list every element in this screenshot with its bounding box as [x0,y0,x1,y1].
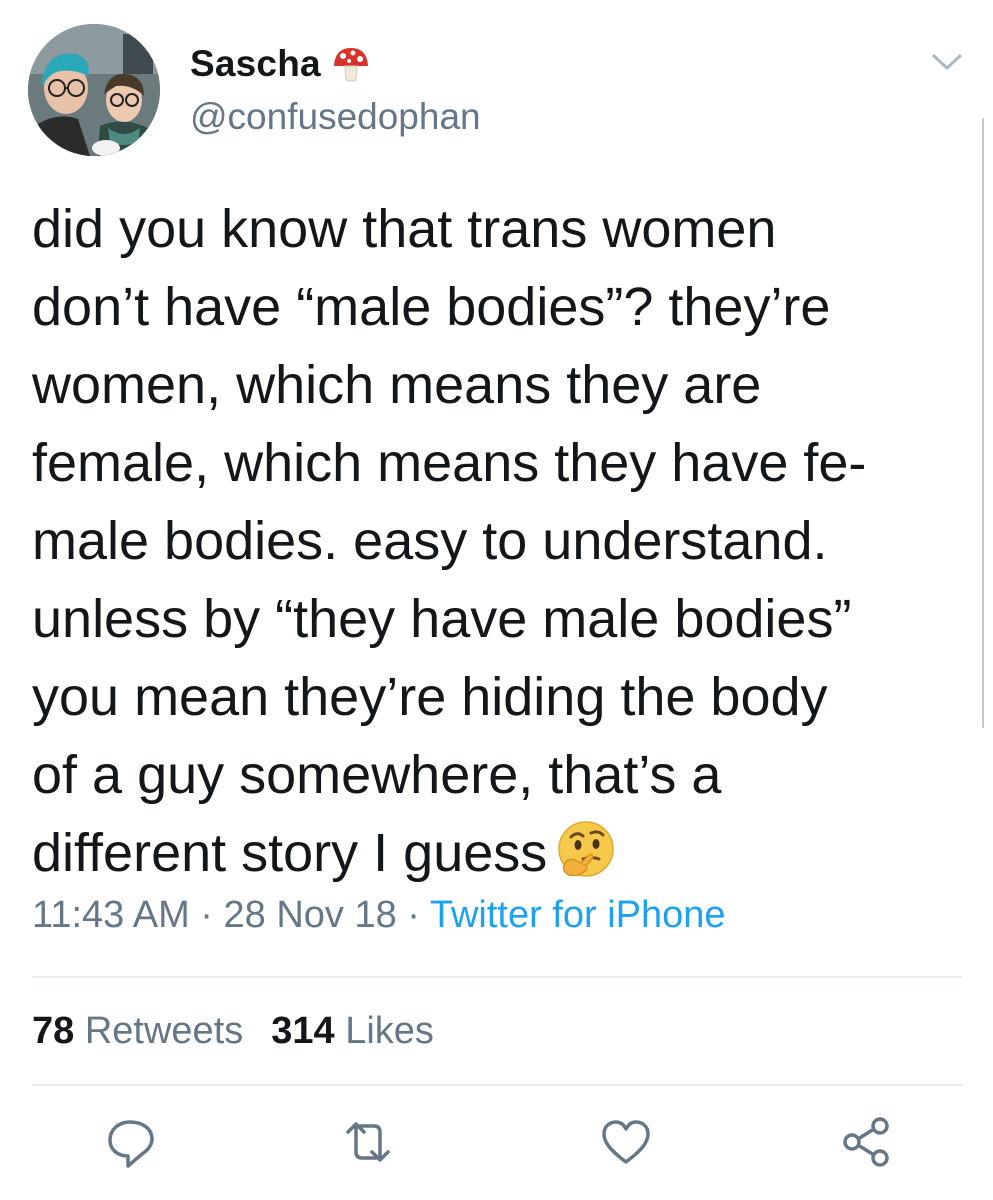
reply-icon[interactable] [100,1112,160,1172]
action-bar [0,1112,993,1182]
tweet-line: unless by “they have male bodies” [32,589,852,649]
tweet-line: women, which means they are [32,355,762,415]
tweet-line: of a guy somewhere, that’s a [32,745,722,805]
tweet-stats: 78 Retweets 314 Likes [32,1010,434,1053]
thinking-face-icon [555,819,617,881]
retweets-count: 78 [32,1010,75,1052]
like-icon[interactable] [596,1112,656,1172]
tweet-line: did you know that trans women [32,199,777,259]
retweets-stat[interactable]: 78 Retweets [32,1010,243,1053]
tweet-line: female, which means they have fe- [32,433,867,493]
tweet-line: male bodies. easy to understand. [32,511,828,571]
tweet-line: you mean they’re hiding the body [32,667,828,727]
tweet-date[interactable]: 28 Nov 18 [224,894,397,936]
tweet-line: don’t have “male bodies”? they’re [32,277,831,337]
mushroom-icon [331,44,371,84]
likes-count: 314 [271,1010,335,1052]
avatar[interactable] [28,24,160,156]
retweets-label: Retweets [84,1010,244,1052]
tweet-line: different story I guess [32,823,548,883]
retweet-icon[interactable] [338,1112,398,1172]
chevron-down-icon[interactable] [930,50,964,74]
tweet-meta: 11:43 AM · 28 Nov 18 · Twitter for iPhon… [32,894,726,937]
divider [32,976,962,978]
avatar-photo-icon [28,24,160,156]
tweet-text: did you know that trans women don’t have… [32,190,962,892]
likes-label: Likes [345,1010,434,1052]
author-name-row: Sascha [190,40,371,88]
share-icon[interactable] [836,1112,896,1172]
author-handle[interactable]: @confusedophan [190,96,481,138]
divider [32,1084,962,1086]
scrollbar[interactable] [982,118,988,728]
tweet-time[interactable]: 11:43 AM [32,894,190,936]
tweet-card: Sascha @confusedophan did you know that … [0,0,993,1200]
likes-stat[interactable]: 314 Likes [271,1010,434,1053]
meta-separator: · [189,894,224,936]
tweet-source-link[interactable]: Twitter for iPhone [430,894,726,936]
meta-separator: · [396,894,430,936]
display-name[interactable]: Sascha [190,43,321,85]
